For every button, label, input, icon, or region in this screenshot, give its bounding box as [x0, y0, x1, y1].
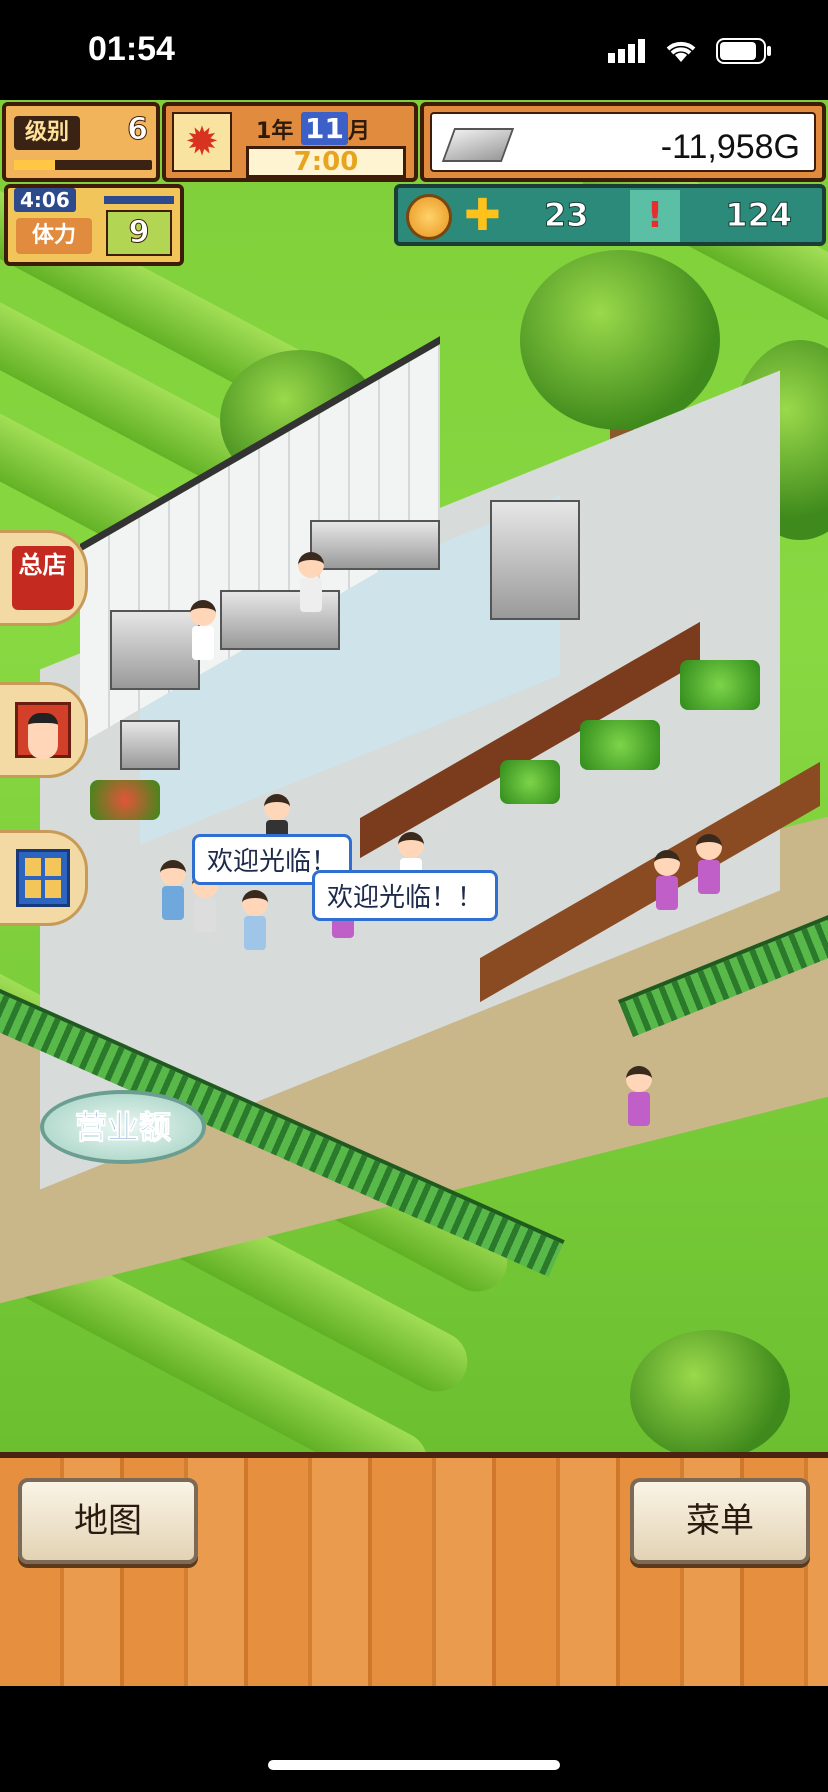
level-panel: 级别 6	[2, 102, 160, 182]
money-value: -11,958G	[660, 128, 800, 166]
stats-panel: ✚ 23 ! 124	[394, 184, 826, 246]
flower-box	[90, 780, 160, 820]
kitchen-unit[interactable]	[110, 610, 200, 690]
planter	[680, 660, 760, 710]
customer[interactable]	[626, 1066, 652, 1128]
date-month: 11	[301, 112, 348, 145]
wifi-icon	[666, 41, 696, 62]
status-bar: 01:54	[0, 0, 828, 100]
stamina-value: 9	[106, 210, 172, 256]
menu-board-icon	[15, 849, 70, 907]
home-indicator[interactable]	[268, 1760, 560, 1770]
speech-bubble: 欢迎光临！！	[312, 870, 499, 921]
main-shop-button[interactable]: 总店	[0, 530, 88, 626]
battery-icon	[716, 38, 771, 64]
level-label: 级别	[14, 116, 80, 150]
game-view[interactable]: 欢迎光临！ 欢迎光临！！ 级别 6 ✹ 1年 11 月 7:00 -11,958G…	[0, 100, 828, 1452]
coins-value: 23	[544, 196, 590, 235]
planter	[580, 720, 660, 770]
staff-button[interactable]	[0, 682, 88, 778]
customer[interactable]	[242, 890, 268, 952]
cook[interactable]	[298, 552, 324, 614]
date-panel: ✹ 1年 11 月 7:00	[162, 102, 418, 182]
alert-icon: !	[630, 190, 680, 242]
tree	[520, 250, 720, 430]
plus-icon: ✚	[464, 190, 501, 241]
status-icons	[608, 38, 772, 64]
menu-list-button[interactable]	[0, 830, 88, 926]
date-line: 1年 11 月	[256, 112, 370, 145]
shop-sign-icon: 总店	[11, 546, 74, 610]
bottom-bar: 地图 菜单	[0, 1452, 828, 1686]
customer[interactable]	[160, 860, 186, 922]
level-progress-fill	[14, 160, 56, 170]
tree	[630, 1330, 790, 1452]
date-year-suffix: 年	[271, 119, 294, 144]
silver-ingot-icon	[441, 128, 515, 162]
planter	[500, 760, 560, 804]
chef[interactable]	[190, 600, 216, 662]
level-value: 6	[127, 112, 149, 148]
date-year: 1	[256, 119, 272, 144]
money-display: -11,958G	[430, 112, 816, 172]
map-button[interactable]: 地图	[18, 1478, 198, 1564]
sink[interactable]	[120, 720, 180, 770]
fridge[interactable]	[490, 500, 580, 620]
menu-button[interactable]: 菜单	[630, 1478, 810, 1564]
date-month-suffix: 月	[347, 119, 370, 144]
stove[interactable]	[310, 520, 440, 570]
stamina-timer: 4:06	[14, 188, 76, 212]
stamina-panel: 4:06 体力 9	[4, 184, 184, 266]
stamina-timer-bar	[104, 196, 174, 204]
sales-button[interactable]: 营业额	[40, 1090, 206, 1164]
customer[interactable]	[654, 850, 680, 912]
money-panel: -11,958G	[420, 102, 826, 182]
maple-leaf-icon: ✹	[172, 112, 232, 172]
alerts-value: 124	[725, 196, 793, 235]
game-time: 7:00	[246, 146, 406, 178]
staff-portrait-icon	[14, 702, 71, 759]
coin-icon	[406, 194, 452, 240]
stamina-label: 体力	[16, 218, 92, 254]
customer[interactable]	[696, 834, 722, 896]
shop-label: 总店	[18, 551, 67, 579]
signal-icon	[608, 39, 645, 63]
level-progress-bar	[14, 160, 152, 170]
status-time: 01:54	[88, 30, 175, 68]
